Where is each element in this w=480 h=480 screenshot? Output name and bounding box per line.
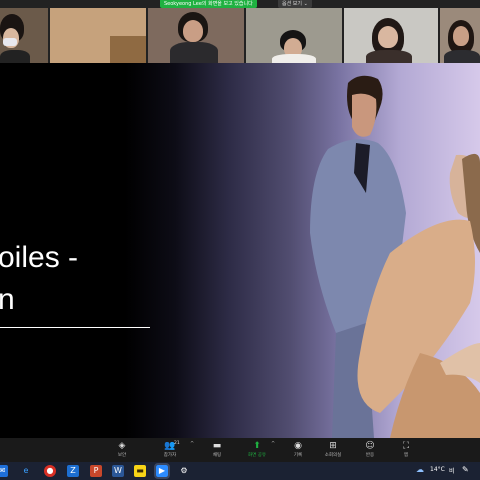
screen-share-banner: Seokyeong Lee의 화면을 보고 있습니다 [160, 0, 257, 8]
participant-video-tile[interactable] [440, 8, 480, 63]
participant-video-tile[interactable] [50, 8, 146, 63]
record-button[interactable]: ◉ 기록 [283, 440, 313, 462]
chevron-up-icon[interactable]: ^ [271, 441, 275, 447]
edge-icon[interactable]: e [20, 465, 32, 477]
chevron-up-icon[interactable]: ^ [190, 441, 194, 447]
participant-count: 21 [174, 441, 180, 446]
shared-screen-slide: oiles - n [0, 63, 480, 438]
title-underline [0, 327, 150, 328]
participants-button[interactable]: 👥 21 참가자 [155, 440, 185, 462]
windows-taskbar: ✉ e ● Z P W ▬ ▶ ⚙ ☁ 14°C 비 ✎ [0, 462, 480, 480]
participant-video-strip: Seokyeong Lee의 화면을 보고 있습니다 옵션 보기 ⌄ [0, 0, 480, 63]
breakout-rooms-icon: ⊞ [329, 441, 337, 451]
reaction-icon: ☺ [365, 441, 375, 451]
weather-icon: ☁ [416, 465, 424, 474]
weather-temperature: 14°C [430, 466, 445, 473]
zoom-app-icon[interactable]: Z [67, 465, 79, 477]
powerpoint-icon[interactable]: P [90, 465, 102, 477]
share-screen-button[interactable]: ⬆ 화면 공유 [242, 440, 272, 462]
people-icon: 👥 [164, 441, 176, 451]
apps-icon: ⛶ [402, 441, 410, 451]
participant-video-tile[interactable] [344, 8, 438, 63]
settings-icon[interactable]: ⚙ [178, 465, 190, 477]
chrome-icon[interactable]: ● [44, 465, 56, 477]
chat-button[interactable]: ▬ 채팅 [202, 440, 232, 462]
breakout-rooms-button[interactable]: ⊞ 소회의실 [318, 440, 348, 462]
participant-video-tile[interactable] [148, 8, 244, 63]
security-button[interactable]: ◈ 보안 [107, 440, 137, 462]
view-options-button[interactable]: 옵션 보기 ⌄ [278, 0, 312, 8]
participant-video-tile[interactable] [246, 8, 342, 63]
zoom-active-icon[interactable]: ▶ [154, 463, 170, 479]
record-icon: ◉ [294, 441, 302, 451]
meeting-toolbar: ◈ 보안 👥 21 참가자 ^ ▬ 채팅 ⬆ 화면 공유 ^ ◉ 기록 ⊞ 소회… [0, 438, 480, 462]
kakaotalk-icon[interactable]: ▬ [134, 465, 146, 477]
word-icon[interactable]: W [112, 465, 124, 477]
apps-button[interactable]: ⛶ 앱 [391, 440, 421, 462]
dancers-photo [310, 75, 480, 438]
slide-title: oiles - n [0, 241, 79, 316]
mail-icon[interactable]: ✉ [0, 465, 8, 477]
input-language-indicator[interactable]: 비 [449, 466, 455, 475]
pen-icon[interactable]: ✎ [462, 465, 469, 474]
shield-icon: ◈ [118, 441, 126, 451]
reactions-button[interactable]: ☺ 반응 [355, 440, 385, 462]
chat-icon: ▬ [212, 441, 222, 451]
share-screen-icon: ⬆ [253, 441, 261, 451]
participant-video-tile[interactable] [0, 8, 48, 63]
